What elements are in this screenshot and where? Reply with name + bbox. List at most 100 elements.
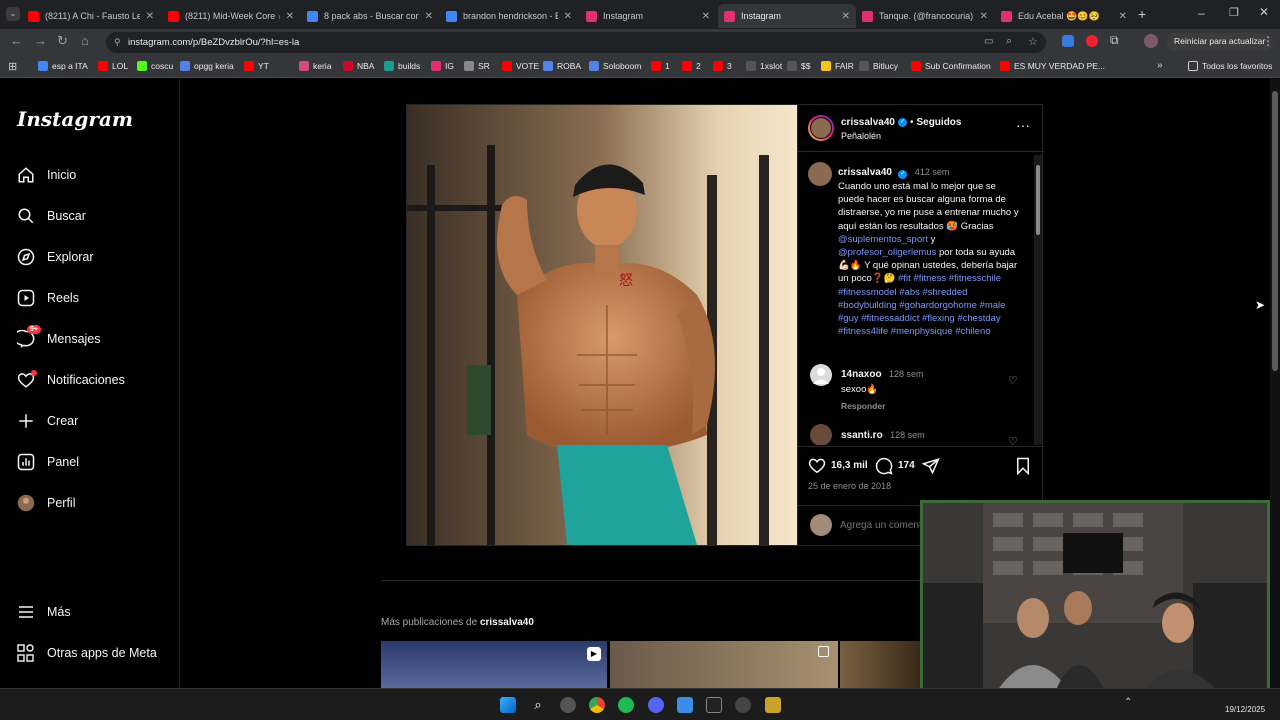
tab-close-icon[interactable]: ✕ (564, 11, 572, 22)
tab-close-icon[interactable]: ✕ (842, 11, 850, 22)
browser-tab[interactable]: Edu Acebal 🤩😊🥺 ✕ (995, 4, 1133, 28)
browser-tab[interactable]: brandon hendrickson - Bu ✕ (440, 4, 578, 28)
sidebar-item-perfil[interactable]: Perfil (17, 494, 75, 512)
bookmark-item[interactable]: Sub Confirmation (911, 61, 991, 71)
browser-tab[interactable]: (8211) A Chi - Fausto Lea ✕ (22, 4, 160, 28)
save-icon[interactable] (1015, 457, 1031, 480)
post-location[interactable]: Peñalolén (841, 131, 881, 141)
likes-count[interactable]: 16,3 mil (831, 460, 868, 471)
tab-close-icon[interactable]: ✕ (286, 11, 294, 22)
forward-icon[interactable]: → (34, 33, 47, 48)
like-comment-icon[interactable]: ♡ (1008, 374, 1018, 387)
extension-icon-2[interactable] (1086, 35, 1098, 47)
zoom-icon[interactable]: ⌕ (1006, 35, 1012, 48)
close-window-button[interactable]: ✕ (1259, 5, 1269, 19)
tab-close-icon[interactable]: ✕ (980, 11, 988, 22)
scrollbar-thumb[interactable] (1036, 165, 1040, 235)
mention-profesor[interactable]: @profesor_oligerlemus (838, 247, 936, 258)
bookmark-item[interactable]: coscu (137, 61, 173, 71)
taskbar-app-icon-3[interactable] (735, 697, 751, 713)
browser-tab[interactable]: Instagram ✕ (718, 4, 856, 28)
bookmark-item[interactable]: Soloboom (589, 61, 641, 71)
browser-tab[interactable]: Instagram ✕ (580, 4, 716, 28)
browser-tab[interactable]: (8211) Mid-Week Core 🔥 ✕ (162, 4, 300, 28)
more-post-thumb-1[interactable]: ▶ (381, 641, 607, 688)
more-post-thumb-2[interactable] (610, 641, 838, 688)
sidebar-item-notificaciones[interactable]: Notificaciones (17, 370, 125, 389)
more-posts-username[interactable]: crissalva40 (480, 617, 534, 628)
reload-icon[interactable]: ↻ (57, 33, 68, 49)
tray-expand-icon[interactable]: ⌃ (1124, 697, 1132, 708)
sidebar-item-more[interactable]: Más (17, 603, 71, 621)
bookmark-item[interactable]: builds (384, 61, 420, 71)
share-icon[interactable] (921, 457, 940, 480)
bookmark-item[interactable]: LOL (98, 61, 128, 71)
taskbar-app-icon-1[interactable] (560, 697, 576, 713)
all-bookmarks-folder[interactable]: Todos los favoritos (1188, 61, 1272, 71)
browser-tab[interactable]: 8 pack abs - Buscar con G ✕ (301, 4, 439, 28)
update-button[interactable]: Reiniciar para actualizar (1166, 33, 1274, 51)
sidebar-item-inicio[interactable]: Inicio (17, 166, 76, 184)
bookmark-item[interactable]: NBA (343, 61, 374, 71)
browser-tab[interactable]: Tanque. (@francocuria) • ✕ (856, 4, 994, 28)
more-post-thumb-3[interactable] (840, 641, 920, 688)
author-avatar[interactable] (808, 115, 834, 141)
bookmark-star-icon[interactable]: ☆ (1028, 35, 1038, 48)
comment-username[interactable]: 14naxoo (841, 369, 882, 380)
taskbar-app-icon-2[interactable] (706, 697, 722, 713)
comments-scroll-area[interactable]: crissalva40 ✓ 412 sem Cuando uno está ma… (798, 152, 1044, 445)
comment-username[interactable]: ssanti.ro (841, 430, 883, 441)
bookmark-item[interactable]: 1 (651, 61, 670, 71)
caption-username[interactable]: crissalva40 (838, 167, 892, 178)
mention-suplementos[interactable]: @suplementos_sport (838, 234, 928, 245)
reply-button[interactable]: Responder (841, 401, 1011, 411)
profile-avatar-icon[interactable] (1144, 34, 1158, 48)
apps-grid-icon[interactable]: ⊞ (8, 60, 17, 73)
bookmark-item[interactable]: ROBA (543, 61, 581, 71)
sidebar-item-explorar[interactable]: Explorar (17, 248, 94, 266)
author-username[interactable]: crissalva40 (841, 117, 895, 128)
bookmark-item[interactable]: VOTE (502, 61, 539, 71)
like-icon[interactable] (808, 457, 826, 479)
bookmark-item[interactable]: YT (244, 61, 269, 71)
taskbar-notepad-icon[interactable] (677, 697, 693, 713)
bookmark-item[interactable]: 2 (682, 61, 701, 71)
install-icon[interactable]: ▭ (984, 36, 993, 47)
taskbar-spotify-icon[interactable] (618, 697, 634, 713)
comments-count[interactable]: 174 (898, 460, 915, 471)
bookmark-item[interactable]: 3 (713, 61, 732, 71)
tab-close-icon[interactable]: ✕ (1119, 11, 1127, 22)
back-icon[interactable]: ← (10, 33, 23, 48)
extensions-icon[interactable]: ⧉ (1110, 33, 1119, 48)
tab-close-icon[interactable]: ✕ (702, 11, 710, 22)
windows-start-icon[interactable] (500, 697, 516, 713)
like-comment-icon[interactable]: ♡ (1008, 435, 1018, 445)
home-button-icon[interactable]: ⌂ (81, 33, 89, 48)
comments-scrollbar[interactable] (1034, 155, 1042, 445)
comment-icon[interactable] (875, 457, 893, 480)
site-info-icon[interactable]: ⚲ (114, 37, 121, 48)
sidebar-item-meta-apps[interactable]: Otras apps de Meta (17, 644, 157, 662)
tab-close-icon[interactable]: ✕ (146, 11, 154, 22)
post-date[interactable]: 25 de enero de 2018 (808, 481, 891, 491)
extension-icon-1[interactable] (1062, 35, 1074, 47)
sidebar-item-panel[interactable]: Panel (17, 453, 79, 471)
bookmark-item[interactable]: 1xslot (746, 61, 782, 71)
sidebar-item-buscar[interactable]: Buscar (17, 207, 86, 225)
taskbar-chrome-icon[interactable] (589, 697, 605, 713)
page-scrollbar[interactable] (1270, 79, 1280, 688)
minimize-button[interactable]: – (1198, 6, 1205, 20)
sidebar-item-crear[interactable]: Crear (17, 412, 78, 430)
taskbar-clock[interactable]: 19/12/2025 (1225, 705, 1265, 714)
tab-close-icon[interactable]: ✕ (425, 11, 433, 22)
comment-avatar[interactable] (810, 364, 832, 386)
bookmark-item[interactable]: SR (464, 61, 490, 71)
more-bookmarks-icon[interactable]: » (1157, 60, 1163, 71)
browser-menu-icon[interactable]: ⋮ (1262, 34, 1274, 48)
url-field[interactable]: ⚲ instagram.com/p/BeZDvzblrOu/?hl=es-la … (106, 32, 1046, 53)
bookmark-item[interactable]: $$ (787, 61, 810, 71)
follow-status-button[interactable]: Seguidos (916, 117, 961, 128)
bookmark-item[interactable]: esp a ITA (38, 61, 88, 71)
post-photo[interactable]: 怒 (407, 105, 797, 545)
taskbar-search-icon[interactable]: ⌕ (530, 697, 546, 713)
